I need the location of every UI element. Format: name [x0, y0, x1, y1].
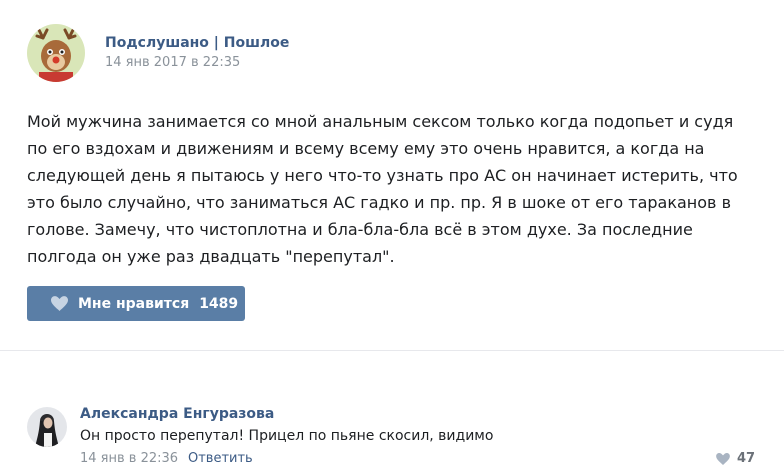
deer-avatar-icon[interactable]	[27, 24, 85, 82]
comment-author-link[interactable]: Александра Енгуразова	[80, 406, 274, 422]
user-avatar-icon[interactable]	[27, 407, 67, 447]
reply-button[interactable]: Ответить	[188, 451, 253, 466]
comment-date[interactable]: 14 янв в 22:36	[80, 451, 178, 466]
heart-icon	[716, 452, 730, 465]
like-button[interactable]: Мне нравится 1489	[27, 286, 245, 321]
comment: Александра Енгуразова Он просто перепута…	[0, 395, 784, 476]
post-date[interactable]: 14 янв 2017 в 22:35	[105, 55, 240, 70]
heart-icon	[51, 296, 68, 311]
post: Подслушано | Пошлое 14 янв 2017 в 22:35 …	[0, 0, 784, 350]
comment-text: Он просто перепутал! Прицел по пьяне ско…	[80, 428, 494, 444]
comment-like-count: 47	[737, 451, 756, 466]
post-author-link[interactable]: Подслушано | Пошлое	[105, 35, 289, 51]
post-text: Мой мужчина занимается со мной анальным …	[27, 112, 738, 266]
like-count: 1489	[199, 295, 239, 312]
like-label: Мне нравится	[78, 295, 190, 312]
comment-like-button[interactable]: 47	[716, 451, 755, 466]
section-divider	[0, 350, 784, 396]
